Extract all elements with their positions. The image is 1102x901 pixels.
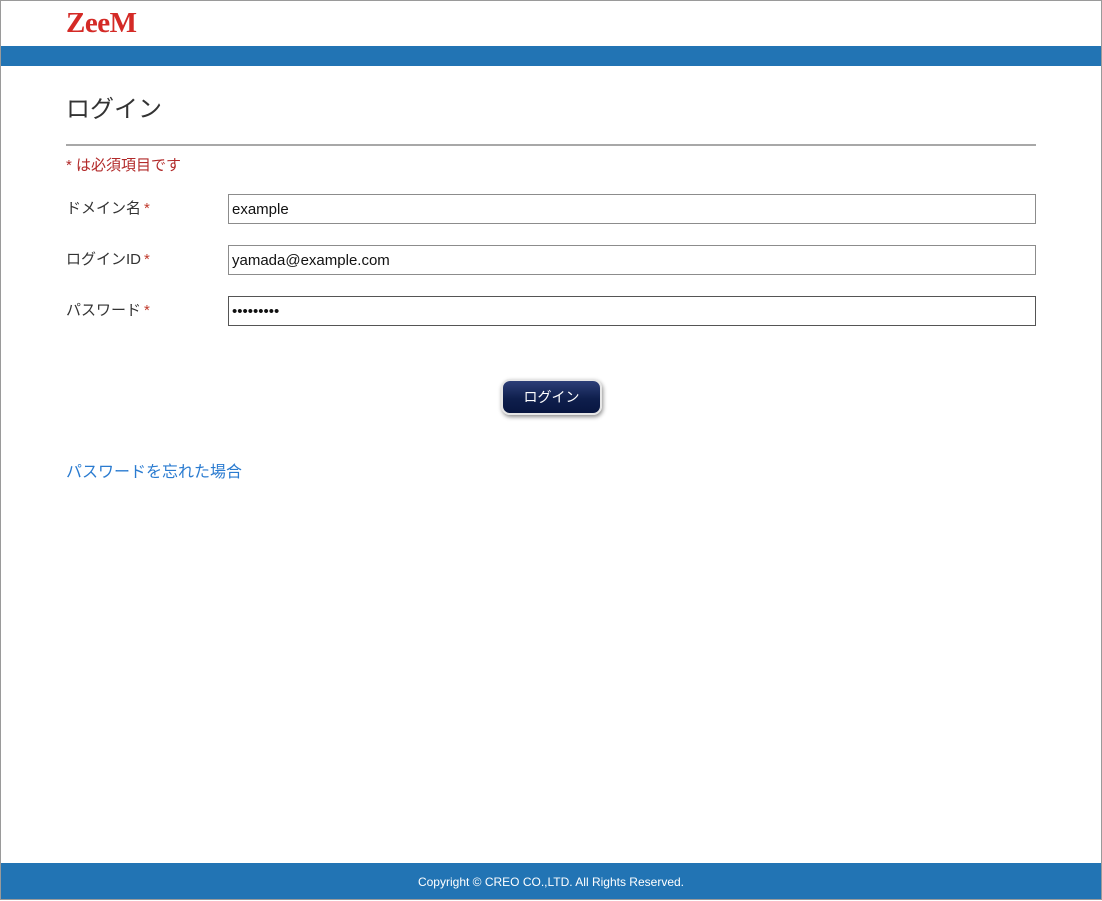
forgot-password-link[interactable]: パスワードを忘れた場合 xyxy=(66,462,242,484)
title-divider xyxy=(66,144,1036,146)
copyright-text: Copyright © CREO CO.,LTD. All Rights Res… xyxy=(417,875,685,889)
login-button[interactable]: ログイン xyxy=(501,379,602,415)
required-marker: * xyxy=(144,302,150,319)
required-fields-note: * は必須項目です xyxy=(66,157,182,174)
required-marker: * xyxy=(144,251,150,268)
required-marker: * xyxy=(144,200,150,217)
password-label-text: パスワード xyxy=(66,302,142,319)
login-id-label: ログインID * xyxy=(66,250,150,270)
header: ZeeM xyxy=(0,0,1102,46)
page-title: ログイン xyxy=(66,96,162,123)
password-label: パスワード * xyxy=(66,301,150,321)
login-id-label-text: ログインID xyxy=(66,251,142,268)
domain-label: ドメイン名 * xyxy=(66,199,150,219)
login-id-row: ログインID * xyxy=(66,245,1036,275)
login-id-input[interactable] xyxy=(228,245,1036,275)
domain-row: ドメイン名 * xyxy=(66,194,1036,224)
footer: Copyright © CREO CO.,LTD. All Rights Res… xyxy=(0,863,1102,900)
domain-label-text: ドメイン名 xyxy=(66,200,142,217)
domain-input[interactable] xyxy=(228,194,1036,224)
window-border xyxy=(0,0,1102,900)
password-input[interactable] xyxy=(228,296,1036,326)
zeem-logo: ZeeM xyxy=(66,7,137,39)
password-row: パスワード * xyxy=(66,296,1036,326)
header-bar xyxy=(0,46,1102,66)
